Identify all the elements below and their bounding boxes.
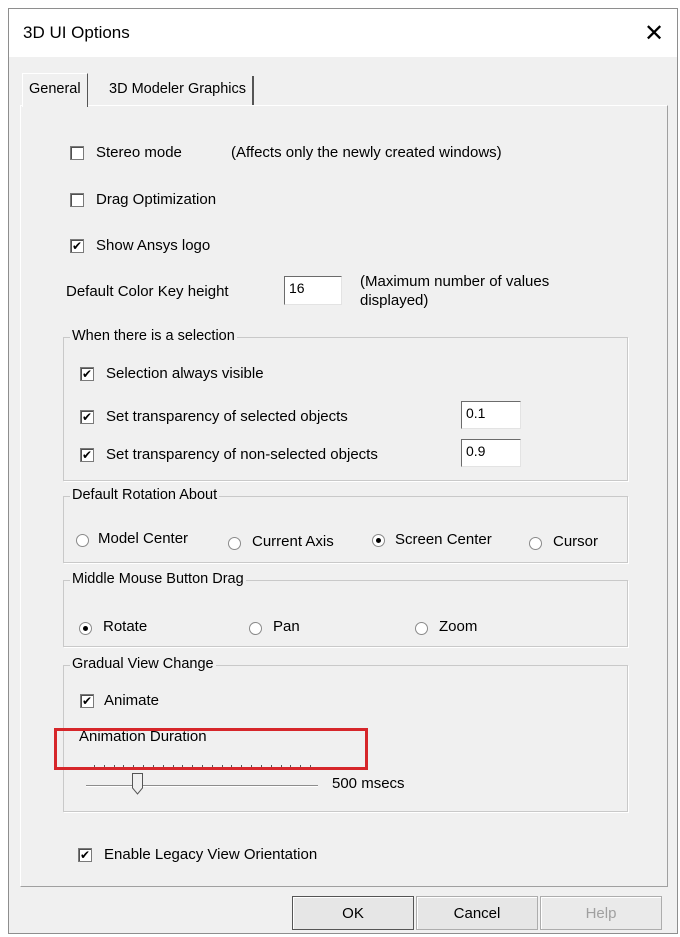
window-title: 3D UI Options bbox=[23, 23, 130, 42]
ok-button[interactable]: OK bbox=[292, 896, 414, 930]
animate-checkbox[interactable]: ✔ bbox=[80, 694, 94, 708]
drag-optimization-label: Drag Optimization bbox=[96, 191, 217, 208]
legacy-view-checkbox[interactable]: ✔ bbox=[78, 848, 92, 862]
nonselected-transparency-input[interactable]: 0.9 bbox=[461, 439, 521, 467]
tab-general[interactable]: General bbox=[22, 73, 88, 107]
color-key-note-line2: displayed) bbox=[360, 292, 429, 309]
rotation-current-axis-label: Current Axis bbox=[252, 533, 334, 550]
animate-label: Animate bbox=[104, 692, 160, 709]
selection-group: When there is a selection ✔ Selection al… bbox=[63, 328, 628, 481]
selected-transparency-input[interactable]: 0.1 bbox=[461, 401, 521, 429]
mouse-pan-radio[interactable] bbox=[249, 622, 262, 635]
slider-track bbox=[86, 785, 318, 787]
legacy-view-label: Enable Legacy View Orientation bbox=[104, 846, 318, 863]
options-dialog: 3D UI Options ✕ General 3D Modeler Graph… bbox=[8, 8, 678, 934]
rotation-cursor-label: Cursor bbox=[553, 533, 599, 550]
show-logo-checkbox[interactable]: ✔ bbox=[70, 239, 84, 253]
selection-group-title: When there is a selection bbox=[70, 328, 237, 344]
slider-thumb-icon bbox=[132, 773, 143, 795]
selected-transparency-checkbox[interactable]: ✔ bbox=[80, 410, 94, 424]
mouse-pan-label: Pan bbox=[273, 618, 300, 635]
mouse-zoom-label: Zoom bbox=[439, 618, 478, 635]
mouse-zoom-radio[interactable] bbox=[415, 622, 428, 635]
nonselected-transparency-checkbox[interactable]: ✔ bbox=[80, 448, 94, 462]
highlight-annotation-box bbox=[54, 728, 368, 770]
middle-mouse-group: Middle Mouse Button Drag Rotate Pan Zoom bbox=[63, 571, 628, 647]
color-key-label: Default Color Key height bbox=[66, 283, 229, 300]
close-icon[interactable]: ✕ bbox=[631, 9, 677, 57]
selection-always-visible-label: Selection always visible bbox=[106, 365, 264, 382]
middle-mouse-group-title: Middle Mouse Button Drag bbox=[70, 571, 246, 587]
mouse-rotate-radio[interactable] bbox=[79, 622, 92, 635]
drag-optimization-checkbox[interactable] bbox=[70, 193, 84, 207]
rotation-screen-center-radio[interactable] bbox=[372, 534, 385, 547]
tab-3d-modeler-graphics[interactable]: 3D Modeler Graphics bbox=[103, 76, 254, 105]
mouse-rotate-label: Rotate bbox=[103, 618, 148, 635]
color-key-height-input[interactable]: 16 bbox=[284, 276, 342, 305]
rotation-cursor-radio[interactable] bbox=[529, 537, 542, 550]
stereo-mode-checkbox[interactable] bbox=[70, 146, 84, 160]
stereo-mode-note: (Affects only the newly created windows) bbox=[231, 144, 502, 161]
rotation-model-center-radio[interactable] bbox=[76, 534, 89, 547]
color-key-note-line1: (Maximum number of values bbox=[360, 273, 550, 290]
rotation-group-title: Default Rotation About bbox=[70, 487, 220, 503]
rotation-model-center-label: Model Center bbox=[98, 530, 189, 547]
nonselected-transparency-label: Set transparency of non-selected objects bbox=[106, 446, 378, 463]
slider-thumb[interactable] bbox=[132, 773, 143, 795]
rotation-screen-center-label: Screen Center bbox=[395, 531, 492, 548]
cancel-button[interactable]: Cancel bbox=[416, 896, 538, 930]
selection-always-visible-checkbox[interactable]: ✔ bbox=[80, 367, 94, 381]
title-bar: 3D UI Options ✕ bbox=[9, 9, 677, 57]
view-change-group-title: Gradual View Change bbox=[70, 656, 216, 672]
rotation-group: Default Rotation About Model Center Curr… bbox=[63, 487, 628, 563]
stereo-mode-label: Stereo mode bbox=[96, 144, 182, 161]
help-button[interactable]: Help bbox=[540, 896, 662, 930]
rotation-current-axis-radio[interactable] bbox=[228, 537, 241, 550]
animation-duration-value: 500 msecs bbox=[332, 775, 405, 792]
show-logo-label: Show Ansys logo bbox=[96, 237, 211, 254]
selected-transparency-label: Set transparency of selected objects bbox=[106, 408, 348, 425]
